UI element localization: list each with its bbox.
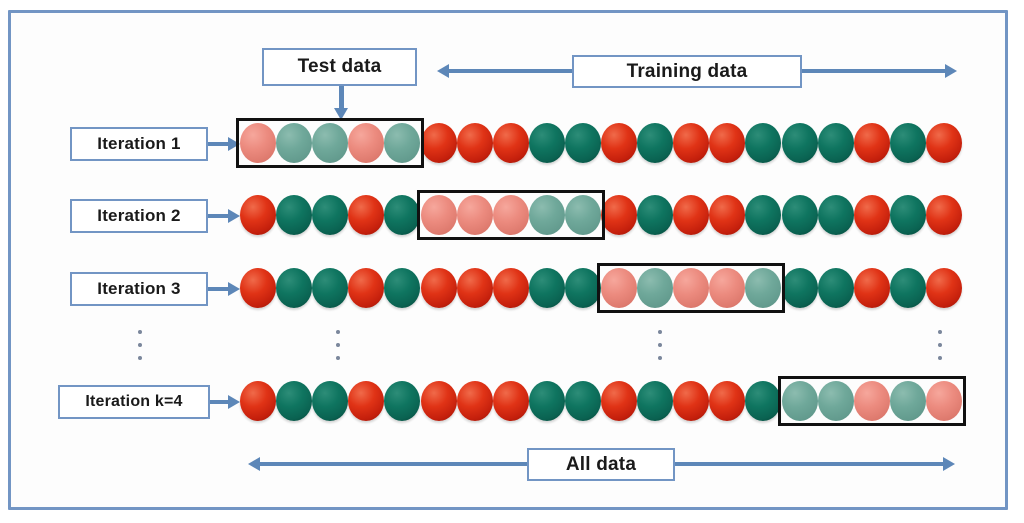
test-fold-outline (416, 190, 605, 240)
iteration-label-3: Iteration 3 (70, 272, 208, 306)
training-sample-ball (853, 268, 890, 308)
training-sample-ball (817, 195, 854, 235)
training-sample-ball (528, 123, 565, 163)
training-sample-ball (889, 123, 926, 163)
arrow-right-icon (208, 282, 240, 296)
iteration-label-2: Iteration 2 (70, 199, 208, 233)
test-data-label: Test data (262, 48, 417, 86)
test-fold-outline (597, 263, 786, 313)
training-sample-ball (492, 268, 529, 308)
training-sample-ball (276, 268, 313, 308)
training-sample-ball (528, 268, 565, 308)
training-sample-ball (312, 381, 349, 421)
training-sample-ball (601, 195, 637, 235)
training-sample-ball (564, 123, 601, 163)
training-sample-ball (240, 268, 276, 308)
arrow-down-icon (334, 86, 348, 120)
training-sample-ball (240, 381, 276, 421)
training-sample-ball (240, 195, 276, 235)
training-sample-ball (925, 123, 962, 163)
vertical-ellipsis-icon (658, 330, 664, 360)
arrow-right-icon (208, 209, 240, 223)
training-sample-ball (276, 381, 313, 421)
training-sample-ball (925, 268, 962, 308)
training-sample-ball (673, 195, 710, 235)
iteration-label-4: Iteration k=4 (58, 385, 210, 419)
training-sample-ball (564, 268, 601, 308)
training-sample-ball (420, 268, 457, 308)
training-sample-ball (492, 123, 529, 163)
training-sample-ball (492, 381, 529, 421)
vertical-ellipsis-icon (336, 330, 342, 360)
training-sample-ball (673, 123, 710, 163)
test-fold-outline (236, 118, 425, 168)
training-sample-ball (637, 123, 674, 163)
training-sample-ball (312, 195, 349, 235)
training-sample-ball (853, 123, 890, 163)
training-sample-ball (564, 381, 601, 421)
figure-frame (8, 10, 1008, 510)
training-sample-ball (276, 195, 313, 235)
training-sample-ball (673, 381, 710, 421)
arrow-right-icon (210, 395, 240, 409)
vertical-ellipsis-icon (938, 330, 944, 360)
training-sample-ball (853, 195, 890, 235)
vertical-ellipsis-icon (138, 330, 144, 360)
test-fold-outline (777, 376, 966, 426)
training-sample-ball (781, 123, 818, 163)
training-sample-ball (781, 268, 818, 308)
training-sample-ball (637, 195, 674, 235)
training-sample-ball (601, 123, 637, 163)
training-sample-ball (601, 381, 637, 421)
training-sample-ball (456, 123, 493, 163)
training-sample-ball (420, 381, 457, 421)
training-sample-ball (889, 268, 926, 308)
iteration-label-1: Iteration 1 (70, 127, 208, 161)
training-sample-ball (420, 123, 457, 163)
all-data-label: All data (527, 448, 675, 481)
training-sample-ball (312, 268, 349, 308)
training-sample-ball (528, 381, 565, 421)
training-sample-ball (637, 381, 674, 421)
training-sample-ball (817, 123, 854, 163)
training-sample-ball (817, 268, 854, 308)
figure-canvas: Test data Training data Iteration 1 Iter… (0, 0, 1024, 523)
training-sample-ball (925, 195, 962, 235)
training-sample-ball (456, 268, 493, 308)
training-sample-ball (456, 381, 493, 421)
training-sample-ball (781, 195, 818, 235)
training-data-label: Training data (572, 55, 802, 88)
training-sample-ball (889, 195, 926, 235)
